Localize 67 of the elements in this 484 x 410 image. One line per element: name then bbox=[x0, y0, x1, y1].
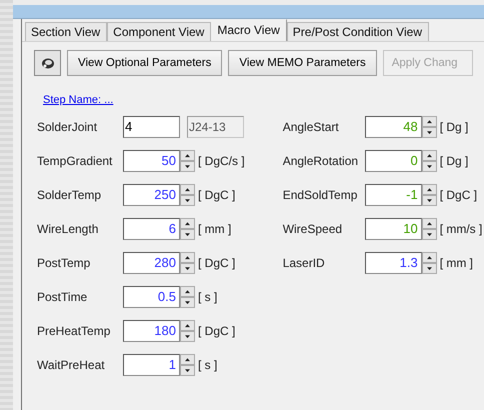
spin-up-button[interactable] bbox=[180, 150, 195, 161]
field-label: EndSoldTemp bbox=[282, 188, 358, 202]
field-label: AngleRotation bbox=[282, 154, 360, 168]
unit-label: [ mm/s ] bbox=[440, 222, 482, 236]
tab[interactable]: Component View bbox=[107, 22, 212, 41]
spin-up-button[interactable] bbox=[180, 184, 195, 195]
spin-up-button[interactable] bbox=[180, 320, 195, 331]
palette-icon bbox=[40, 56, 54, 70]
number-field[interactable]: 180 bbox=[123, 320, 180, 342]
number-field[interactable]: 1.3 bbox=[364, 252, 422, 274]
tab[interactable]: Section View bbox=[25, 22, 108, 41]
spin-down-button[interactable] bbox=[422, 127, 437, 138]
spin-down-button[interactable] bbox=[422, 195, 437, 206]
unit-label: [ DgC ] bbox=[198, 324, 236, 338]
field-label: SolderJoint bbox=[37, 120, 98, 134]
spin-up-button[interactable] bbox=[422, 150, 437, 161]
field-label: LaserID bbox=[282, 256, 326, 270]
field-label: WireSpeed bbox=[282, 222, 344, 236]
spin-up-button[interactable] bbox=[422, 252, 437, 263]
spin-down-button[interactable] bbox=[422, 229, 437, 240]
number-field[interactable]: 6 bbox=[123, 218, 180, 240]
toolbar-button[interactable]: View Optional Parameters bbox=[67, 50, 222, 76]
spin-down-button[interactable] bbox=[180, 365, 195, 376]
field-label: TempGradient bbox=[37, 154, 114, 168]
field-label: AngleStart bbox=[282, 120, 340, 134]
field-label: WireLength bbox=[37, 222, 100, 236]
spin-up-button[interactable] bbox=[180, 218, 195, 229]
unit-label: [ s ] bbox=[198, 358, 218, 372]
unit-label: [ s ] bbox=[198, 290, 218, 304]
number-field[interactable]: 50 bbox=[123, 150, 180, 172]
icon-button[interactable] bbox=[34, 50, 61, 76]
number-field[interactable]: 250 bbox=[123, 184, 180, 206]
unit-label: [ Dg ] bbox=[440, 120, 468, 134]
spin-up-button[interactable] bbox=[422, 218, 437, 229]
spin-down-button[interactable] bbox=[180, 331, 195, 342]
toolbar-button[interactable]: View MEMO Parameters bbox=[228, 50, 377, 76]
unit-label: [ mm ] bbox=[198, 222, 232, 236]
spin-up-button[interactable] bbox=[180, 354, 195, 365]
spin-down-button[interactable] bbox=[180, 195, 195, 206]
field-label: PostTemp bbox=[37, 256, 92, 270]
spin-down-button[interactable] bbox=[180, 229, 195, 240]
spin-up-button[interactable] bbox=[422, 116, 437, 127]
unit-label: [ DgC ] bbox=[440, 188, 478, 202]
field-label: PreHeatTemp bbox=[37, 324, 112, 338]
unit-label: [ DgC/s ] bbox=[198, 154, 245, 168]
number-field[interactable]: 1 bbox=[123, 354, 180, 376]
spin-down-button[interactable] bbox=[180, 263, 195, 274]
field-label: WaitPreHeat bbox=[37, 358, 106, 372]
unit-label: [ DgC ] bbox=[198, 256, 236, 270]
spin-up-button[interactable] bbox=[180, 252, 195, 263]
field-label: SolderTemp bbox=[37, 188, 102, 202]
spin-up-button[interactable] bbox=[422, 184, 437, 195]
step-name-link[interactable]: Step Name: ... bbox=[43, 94, 114, 106]
number-field[interactable]: 0.5 bbox=[123, 286, 180, 308]
spin-down-button[interactable] bbox=[180, 161, 195, 172]
unit-label: [ DgC ] bbox=[198, 188, 236, 202]
spin-down-button[interactable] bbox=[180, 297, 195, 308]
input-field[interactable]: 4 bbox=[123, 116, 180, 138]
readonly-field: J24-13 bbox=[187, 116, 244, 138]
spin-down-button[interactable] bbox=[422, 263, 437, 274]
number-field[interactable]: 280 bbox=[123, 252, 180, 274]
unit-label: [ Dg ] bbox=[440, 154, 468, 168]
field-label: PostTime bbox=[37, 290, 88, 304]
spin-down-button[interactable] bbox=[422, 161, 437, 172]
spin-up-button[interactable] bbox=[180, 286, 195, 297]
tab[interactable]: Pre/Post Condition View bbox=[286, 22, 429, 41]
unit-label: [ mm ] bbox=[440, 256, 474, 270]
